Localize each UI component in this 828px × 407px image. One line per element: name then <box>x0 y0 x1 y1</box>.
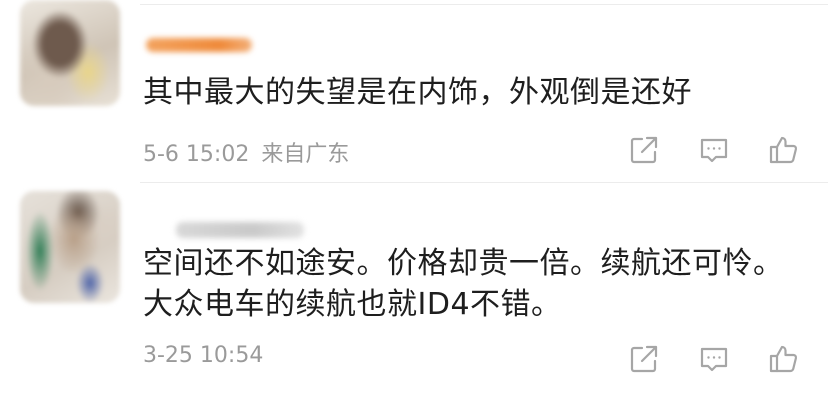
comment-text: 空间还不如途安。价格却贵一倍。续航还可怜。 大众电车的续航也就ID4不错。 <box>143 243 788 325</box>
comment-meta: 3-25 10:54 <box>143 343 275 368</box>
comment-text: 其中最大的失望是在内饰，外观倒是还好 <box>143 72 788 113</box>
comment-icon[interactable] <box>698 134 730 166</box>
comment-meta: 5-6 15:02 来自广东 <box>143 136 349 168</box>
comment-icon[interactable] <box>698 343 730 375</box>
thumbs-up-icon[interactable] <box>768 343 800 375</box>
avatar[interactable] <box>20 191 120 303</box>
share-icon[interactable] <box>628 343 660 375</box>
comment-date: 3-25 10:54 <box>143 343 264 368</box>
comment-actions <box>628 134 800 166</box>
comment-text-line: 空间还不如途安。价格却贵一倍。续航还可怜。 <box>143 246 784 281</box>
comment-text-line: 大众电车的续航也就ID4不错。 <box>143 287 562 322</box>
comment-item: 其中最大的失望是在内饰，外观倒是还好 5-6 15:02 来自广东 <box>0 0 828 183</box>
thumbs-up-icon[interactable] <box>768 134 800 166</box>
comment-date: 5-6 15:02 <box>143 142 250 167</box>
comment-text-line: 其中最大的失望是在内饰，外观倒是还好 <box>143 75 692 110</box>
username-redacted[interactable] <box>146 38 252 52</box>
share-icon[interactable] <box>628 134 660 166</box>
comment-actions <box>628 343 800 375</box>
avatar[interactable] <box>20 0 120 106</box>
comment-item: 空间还不如途安。价格却贵一倍。续航还可怜。 大众电车的续航也就ID4不错。 3-… <box>0 183 828 407</box>
username-redacted[interactable] <box>176 222 304 238</box>
comment-location: 来自广东 <box>261 142 350 167</box>
